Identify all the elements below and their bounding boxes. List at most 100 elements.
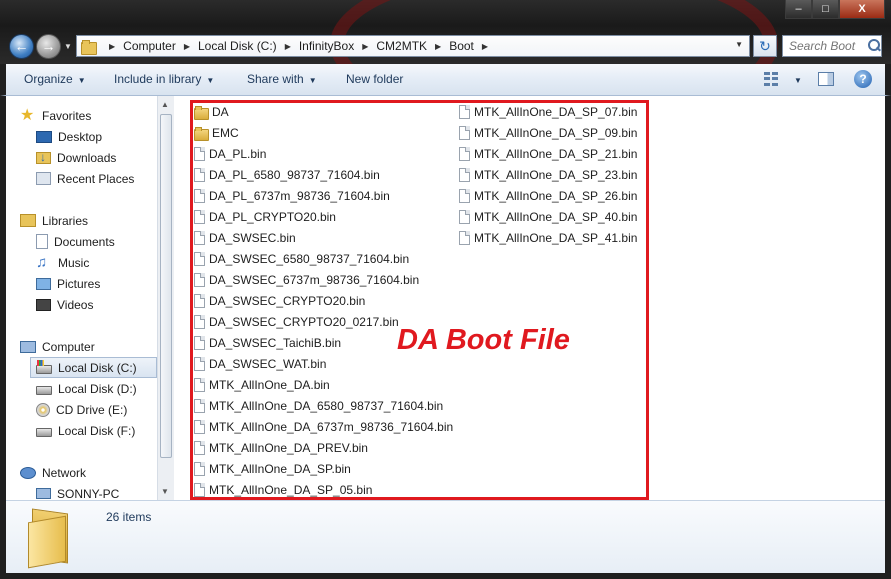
file-item[interactable]: MTK_AllInOne_DA_SP_26.bin: [459, 185, 637, 206]
file-name: DA_SWSEC.bin: [209, 230, 296, 245]
file-item[interactable]: DA_SWSEC_WAT.bin: [194, 353, 326, 374]
include-in-library-menu[interactable]: Include in library ▼: [114, 72, 214, 86]
file-item[interactable]: MTK_AllInOne_DA_SP_09.bin: [459, 122, 637, 143]
preview-pane-button[interactable]: [818, 72, 834, 86]
file-name: MTK_AllInOne_DA_SP_41.bin: [474, 230, 638, 245]
hard-drive-icon: [36, 386, 52, 395]
chevron-right-icon[interactable]: ▶: [184, 42, 190, 51]
nav-downloads[interactable]: Downloads: [36, 147, 157, 168]
nav-desktop[interactable]: Desktop: [36, 126, 157, 147]
change-view-button[interactable]: [764, 72, 778, 86]
preview-pane-icon: [818, 72, 834, 86]
folder-icon: [81, 39, 97, 55]
file-icon: [194, 377, 205, 392]
file-item[interactable]: DA_SWSEC_TaichiB.bin: [194, 332, 341, 353]
address-dropdown-icon[interactable]: ▼: [735, 40, 743, 49]
file-item[interactable]: MTK_AllInOne_DA_SP_07.bin: [459, 101, 637, 122]
file-item[interactable]: DA_SWSEC_6737m_98736_71604.bin: [194, 269, 419, 290]
file-item[interactable]: MTK_AllInOne_DA_SP_40.bin: [459, 206, 637, 227]
file-icon: [194, 230, 205, 245]
file-name: DA_SWSEC_6737m_98736_71604.bin: [209, 272, 420, 287]
scroll-up-icon[interactable]: ▲: [161, 100, 169, 109]
file-item[interactable]: DA_PL.bin: [194, 143, 266, 164]
chevron-right-icon[interactable]: ▶: [285, 42, 291, 51]
new-folder-button[interactable]: New folder: [346, 72, 403, 86]
navigation-scrollbar[interactable]: ▲ ▼: [157, 96, 174, 500]
forward-button[interactable]: →: [36, 34, 61, 59]
recent-pages-dropdown-icon[interactable]: ▼: [64, 42, 72, 51]
file-item[interactable]: MTK_AllInOne_DA_SP.bin: [194, 458, 351, 479]
scroll-down-icon[interactable]: ▼: [161, 487, 169, 496]
file-item[interactable]: DA_PL_CRYPTO20.bin: [194, 206, 336, 227]
nav-pictures[interactable]: Pictures: [36, 273, 157, 294]
file-item[interactable]: DA_SWSEC.bin: [194, 227, 296, 248]
file-icon: [194, 188, 205, 203]
close-button[interactable]: X: [839, 0, 885, 19]
help-icon[interactable]: ?: [854, 70, 872, 88]
search-box[interactable]: [782, 35, 882, 57]
file-item[interactable]: DA_PL_6580_98737_71604.bin: [194, 164, 380, 185]
downloads-icon: [36, 150, 51, 164]
refresh-button[interactable]: ↻: [753, 35, 777, 57]
file-item[interactable]: DA_PL_6737m_98736_71604.bin: [194, 185, 390, 206]
nav-computer[interactable]: Computer: [20, 336, 157, 357]
file-icon: [194, 356, 205, 371]
window-controls: – □ X: [785, 0, 885, 19]
file-icon: [459, 188, 470, 203]
nav-favorites[interactable]: ★ Favorites: [20, 105, 157, 126]
file-item[interactable]: MTK_AllInOne_DA_6580_98737_71604.bin: [194, 395, 443, 416]
nav-local-disk-c[interactable]: Local Disk (C:): [30, 357, 157, 378]
share-with-menu[interactable]: Share with ▼: [247, 72, 317, 86]
pane-splitter[interactable]: [174, 96, 182, 500]
breadcrumb-computer[interactable]: Computer: [123, 39, 176, 53]
file-item[interactable]: DA_SWSEC_6580_98737_71604.bin: [194, 248, 409, 269]
nav-recent-places[interactable]: Recent Places: [36, 168, 157, 189]
view-options-dropdown[interactable]: ▼: [789, 72, 802, 86]
file-icon: [194, 482, 205, 497]
file-item[interactable]: DA_SWSEC_CRYPTO20_0217.bin: [194, 311, 399, 332]
file-icon: [194, 209, 205, 224]
file-item[interactable]: MTK_AllInOne_DA_SP_05.bin: [194, 479, 372, 500]
breadcrumb-boot[interactable]: Boot: [449, 39, 474, 53]
nav-local-disk-f[interactable]: Local Disk (F:): [36, 420, 157, 441]
refresh-icon: ↻: [759, 38, 771, 54]
file-item[interactable]: MTK_AllInOne_DA.bin: [194, 374, 330, 395]
back-button[interactable]: ←: [9, 34, 34, 59]
organize-menu[interactable]: Organize ▼: [24, 72, 86, 86]
file-item[interactable]: MTK_AllInOne_DA_SP_21.bin: [459, 143, 637, 164]
nav-cd-drive-e[interactable]: CD Drive (E:): [36, 399, 157, 420]
file-name: DA_PL_CRYPTO20.bin: [209, 209, 336, 224]
address-bar[interactable]: ▶ Computer ▶ Local Disk (C:) ▶ InfinityB…: [76, 35, 750, 57]
file-item[interactable]: MTK_AllInOne_DA_SP_23.bin: [459, 164, 637, 185]
search-icon[interactable]: [867, 39, 881, 53]
nav-documents[interactable]: Documents: [36, 231, 157, 252]
file-name: MTK_AllInOne_DA.bin: [209, 377, 330, 392]
file-item[interactable]: MTK_AllInOne_DA_PREV.bin: [194, 437, 368, 458]
nav-videos[interactable]: Videos: [36, 294, 157, 315]
folder-item[interactable]: DA: [194, 101, 229, 122]
maximize-button[interactable]: □: [812, 0, 839, 19]
file-item[interactable]: MTK_AllInOne_DA_6737m_98736_71604.bin: [194, 416, 453, 437]
file-item[interactable]: DA_SWSEC_CRYPTO20.bin: [194, 290, 365, 311]
chevron-right-icon[interactable]: ▶: [482, 42, 488, 51]
nav-libraries[interactable]: Libraries: [20, 210, 157, 231]
chevron-right-icon[interactable]: ▶: [109, 42, 115, 51]
file-item[interactable]: MTK_AllInOne_DA_SP_41.bin: [459, 227, 637, 248]
folder-item[interactable]: EMC: [194, 122, 239, 143]
chevron-right-icon[interactable]: ▶: [435, 42, 441, 51]
search-input[interactable]: [789, 39, 867, 53]
nav-network[interactable]: Network: [20, 462, 157, 483]
computer-icon: [36, 488, 51, 499]
scrollbar-thumb[interactable]: [160, 114, 172, 458]
item-count: 26 items: [106, 510, 152, 524]
minimize-button[interactable]: –: [785, 0, 812, 19]
breadcrumb-cm2mtk[interactable]: CM2MTK: [376, 39, 427, 53]
breadcrumb-local-disk-c[interactable]: Local Disk (C:): [198, 39, 277, 53]
chevron-right-icon[interactable]: ▶: [362, 42, 368, 51]
command-bar: Organize ▼ Include in library ▼ Share with…: [0, 64, 891, 96]
file-name: MTK_AllInOne_DA_SP_21.bin: [474, 146, 638, 161]
nav-sonny-pc[interactable]: SONNY-PC: [36, 483, 157, 500]
breadcrumb-infinitybox[interactable]: InfinityBox: [299, 39, 354, 53]
nav-music[interactable]: ♫ Music: [36, 252, 157, 273]
nav-local-disk-d[interactable]: Local Disk (D:): [36, 378, 157, 399]
